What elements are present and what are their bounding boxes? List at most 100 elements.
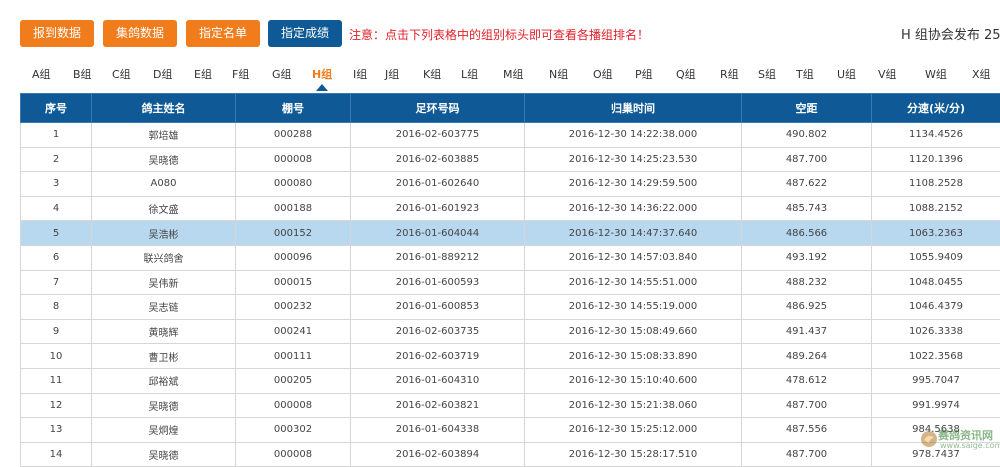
col-header-distance[interactable]: 空距 [742, 94, 872, 123]
cell-owner: 吴晓德 [92, 393, 236, 418]
cell-speed: 1055.9409 [872, 245, 1000, 270]
table-row[interactable]: 11邱裕斌0002052016-01-6043102016-12-30 15:1… [21, 368, 1000, 393]
cell-arrival: 2016-12-30 15:21:38.060 [525, 393, 742, 418]
group-tab-x[interactable]: X组 [972, 66, 991, 82]
cell-distance: 487.556 [742, 418, 872, 443]
cell-arrival: 2016-12-30 14:55:51.000 [525, 270, 742, 295]
group-tab-b[interactable]: B组 [73, 66, 92, 82]
cell-rank: 7 [21, 270, 92, 295]
cell-loft: 000008 [236, 393, 351, 418]
cell-speed: 1108.2528 [872, 172, 1000, 197]
cell-ring: 2016-02-603719 [351, 344, 525, 369]
cell-distance: 488.232 [742, 270, 872, 295]
cell-speed: 1022.3568 [872, 344, 1000, 369]
cell-loft: 000008 [236, 147, 351, 172]
cell-arrival: 2016-12-30 14:22:38.000 [525, 123, 742, 148]
table-header-row: 序号 鸽主姓名 棚号 足环号码 归巢时间 空距 分速(米/分) [21, 94, 1000, 123]
cell-arrival: 2016-12-30 14:57:03.840 [525, 245, 742, 270]
active-tab-indicator [316, 84, 328, 91]
table-row[interactable]: 5吴浩彬0001522016-01-6040442016-12-30 14:47… [21, 221, 1000, 246]
cell-arrival: 2016-12-30 15:08:33.890 [525, 344, 742, 369]
group-tab-r[interactable]: R组 [720, 66, 739, 82]
group-tab-n[interactable]: N组 [549, 66, 568, 82]
cell-ring: 2016-01-602640 [351, 172, 525, 197]
cell-speed: 1026.3338 [872, 319, 1000, 344]
cell-rank: 3 [21, 172, 92, 197]
col-header-loft[interactable]: 棚号 [236, 94, 351, 123]
cell-arrival: 2016-12-30 15:08:49.660 [525, 319, 742, 344]
table-row[interactable]: 2吴晓德0000082016-02-6038852016-12-30 14:25… [21, 147, 1000, 172]
table-body: 1郭培雄0002882016-02-6037752016-12-30 14:22… [21, 123, 1000, 467]
cell-loft: 000288 [236, 123, 351, 148]
group-tab-u[interactable]: U组 [837, 66, 856, 82]
cell-owner: 曹卫彬 [92, 344, 236, 369]
group-tab-i[interactable]: I组 [353, 66, 367, 82]
group-tab-c[interactable]: C组 [112, 66, 131, 82]
site-watermark: 赛鸽资讯网 www.saige.com [918, 425, 1000, 455]
group-tab-d[interactable]: D组 [153, 66, 172, 82]
designated-list-button[interactable]: 指定名单 [186, 20, 260, 47]
col-header-ring[interactable]: 足环号码 [351, 94, 525, 123]
cell-distance: 486.566 [742, 221, 872, 246]
cell-speed: 1048.0455 [872, 270, 1000, 295]
group-tab-w[interactable]: W组 [925, 66, 947, 82]
group-tab-t[interactable]: T组 [796, 66, 814, 82]
col-header-speed[interactable]: 分速(米/分) [872, 94, 1000, 123]
cell-distance: 487.622 [742, 172, 872, 197]
cell-loft: 000152 [236, 221, 351, 246]
cell-rank: 13 [21, 418, 92, 443]
cell-rank: 12 [21, 393, 92, 418]
table-row[interactable]: 10曹卫彬0001112016-02-6037192016-12-30 15:0… [21, 344, 1000, 369]
group-tab-f[interactable]: F组 [232, 66, 249, 82]
table-row[interactable]: 7吴伟新0000152016-01-6005932016-12-30 14:55… [21, 270, 1000, 295]
table-row[interactable]: 3A0800000802016-01-6026402016-12-30 14:2… [21, 172, 1000, 197]
cell-speed: 1063.2363 [872, 221, 1000, 246]
group-tab-q[interactable]: Q组 [676, 66, 696, 82]
cell-distance: 485.743 [742, 196, 872, 221]
col-header-rank[interactable]: 序号 [21, 94, 92, 123]
cell-owner: 邱裕斌 [92, 368, 236, 393]
collect-data-button[interactable]: 集鸽数据 [103, 20, 177, 47]
cell-ring: 2016-01-604310 [351, 368, 525, 393]
designated-results-button[interactable]: 指定成绩 [268, 20, 342, 47]
group-tab-s[interactable]: S组 [758, 66, 776, 82]
group-tab-o[interactable]: O组 [593, 66, 613, 82]
cell-speed: 1088.2152 [872, 196, 1000, 221]
group-tab-p[interactable]: P组 [635, 66, 653, 82]
cell-ring: 2016-01-604338 [351, 418, 525, 443]
table-row[interactable]: 12吴晓德0000082016-02-6038212016-12-30 15:2… [21, 393, 1000, 418]
pigeon-logo-icon [920, 429, 938, 449]
cell-owner: 徐文盛 [92, 196, 236, 221]
cell-owner: 黄晓辉 [92, 319, 236, 344]
cell-speed: 991.9974 [872, 393, 1000, 418]
group-tab-m[interactable]: M组 [503, 66, 524, 82]
cell-arrival: 2016-12-30 14:55:19.000 [525, 295, 742, 320]
group-tab-e[interactable]: E组 [194, 66, 212, 82]
cell-speed: 1046.4379 [872, 295, 1000, 320]
cell-ring: 2016-02-603735 [351, 319, 525, 344]
group-tab-v[interactable]: V组 [878, 66, 897, 82]
cell-owner: 吴志链 [92, 295, 236, 320]
table-row[interactable]: 8吴志链0002322016-01-6008532016-12-30 14:55… [21, 295, 1000, 320]
cell-distance: 491.437 [742, 319, 872, 344]
group-tab-k[interactable]: K组 [423, 66, 441, 82]
report-data-button[interactable]: 报到数据 [20, 20, 94, 47]
table-row[interactable]: 6联兴鸽舍0000962016-01-8892122016-12-30 14:5… [21, 245, 1000, 270]
group-tab-h[interactable]: H组 [312, 66, 332, 82]
group-tab-l[interactable]: L组 [461, 66, 478, 82]
cell-owner: 郭培雄 [92, 123, 236, 148]
cell-rank: 5 [21, 221, 92, 246]
group-tab-a[interactable]: A组 [32, 66, 51, 82]
table-row[interactable]: 1郭培雄0002882016-02-6037752016-12-30 14:22… [21, 123, 1000, 148]
table-row[interactable]: 9黄晓辉0002412016-02-6037352016-12-30 15:08… [21, 319, 1000, 344]
group-tab-g[interactable]: G组 [272, 66, 292, 82]
group-tab-j[interactable]: J组 [385, 66, 399, 82]
cell-owner: 吴浩彬 [92, 221, 236, 246]
col-header-owner[interactable]: 鸽主姓名 [92, 94, 236, 123]
col-header-arrival[interactable]: 归巢时间 [525, 94, 742, 123]
cell-rank: 2 [21, 147, 92, 172]
cell-ring: 2016-02-603885 [351, 147, 525, 172]
cell-speed: 1134.4526 [872, 123, 1000, 148]
table-row[interactable]: 4徐文盛0001882016-01-6019232016-12-30 14:36… [21, 196, 1000, 221]
table-row[interactable]: 13吴炯煌0003022016-01-6043382016-12-30 15:2… [21, 418, 1000, 443]
